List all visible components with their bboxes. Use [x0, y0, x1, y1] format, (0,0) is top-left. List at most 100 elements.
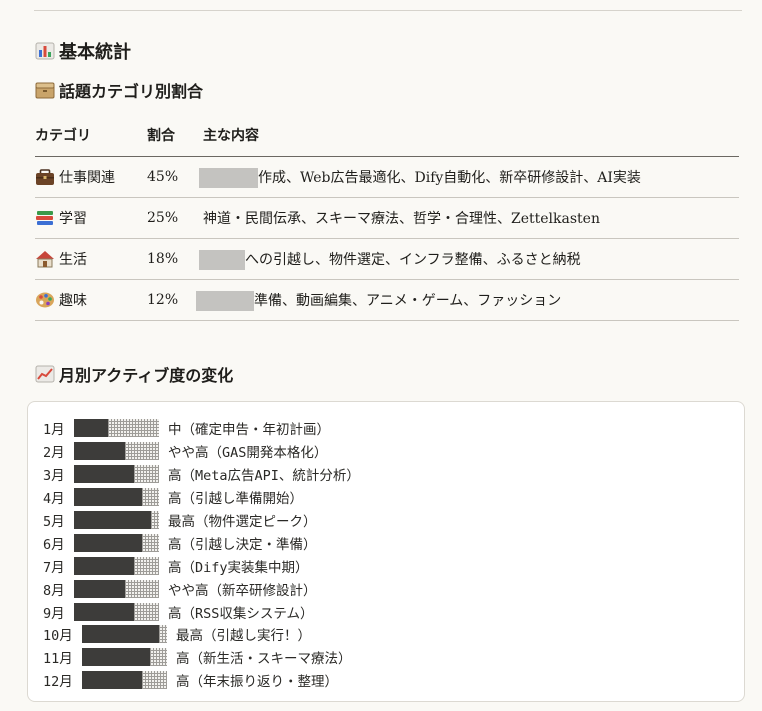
activity-bar-fill — [74, 533, 142, 552]
table-header-row: カテゴリ 割合 主な内容 — [35, 114, 739, 157]
category-name: 仕事関連 — [59, 170, 115, 186]
activity-label: 高（Meta広告API、統計分析） — [168, 468, 360, 485]
activity-line: 6月 高（引越し決定・準備） — [43, 531, 360, 554]
activity-bar-fill — [74, 442, 125, 461]
activity-label: 最高（引越し実行！） — [176, 628, 311, 645]
activity-line: 8月 やや高（新卒研修設計） — [43, 577, 360, 600]
header-content: 主な内容 — [203, 114, 739, 157]
activity-bar — [74, 533, 159, 552]
category-name: 趣味 — [59, 293, 87, 309]
activity-bar-empty — [141, 671, 167, 690]
category-name: 生活 — [59, 252, 87, 268]
content-text: 準備、動画編集、アニメ・ゲーム、ファッション — [254, 292, 562, 309]
month-label: 10月 — [43, 628, 73, 645]
content-text: 作成、Web広告最適化、Dify自動化、新卒研修設計、AI実装 — [258, 169, 641, 186]
month-label: 8月 — [43, 582, 65, 599]
basic-stats-heading: 基本統計 — [35, 38, 131, 64]
redacted-block — [199, 167, 258, 188]
activity-line: 11月 高（新生活・スキーマ療法） — [43, 646, 360, 669]
house-icon — [36, 251, 54, 268]
category-content: 準備、動画編集、アニメ・ゲーム、ファッション — [196, 279, 739, 321]
activity-bar — [74, 419, 159, 438]
activity-line: 1月 中（確定申告・年初計画） — [43, 417, 360, 440]
category-content: 作成、Web広告最適化、Dify自動化、新卒研修設計、AI実装 — [199, 156, 739, 198]
activity-label: 高（新生活・スキーマ療法） — [176, 651, 352, 668]
activity-bar-fill — [74, 579, 125, 598]
redacted-block — [199, 249, 245, 270]
activity-bar-empty — [125, 442, 159, 461]
chart-increasing-icon — [35, 365, 55, 383]
briefcase-icon — [36, 169, 54, 185]
month-label: 1月 — [43, 422, 65, 439]
page: 基本統計 話題カテゴリ別割合 カテゴリ 割合 主な内容 仕事関連 45% 作成、… — [0, 0, 762, 711]
divider — [34, 10, 742, 11]
header-category: カテゴリ — [35, 114, 147, 157]
table-row: 学習 25% 神道・民間伝承、スキーマ療法、哲学・合理性、Zettelkaste… — [35, 197, 739, 239]
activity-label: 中（確定申告・年初計画） — [168, 422, 330, 439]
table-row: 仕事関連 45% 作成、Web広告最適化、Dify自動化、新卒研修設計、AI実装 — [35, 156, 739, 198]
activity-bar — [82, 625, 167, 644]
activity-bar — [82, 671, 167, 690]
activity-label: 高（引越し準備開始） — [168, 491, 303, 508]
redacted-block — [196, 290, 254, 311]
month-label: 4月 — [43, 491, 65, 508]
table-row: 趣味 12% 準備、動画編集、アニメ・ゲーム、ファッション — [35, 279, 739, 321]
activity-label: やや高（GAS開発本格化） — [168, 445, 328, 462]
activity-bar-fill — [74, 511, 151, 529]
activity-bar-fill — [74, 556, 134, 575]
activity-label: 高（引越し決定・準備） — [168, 536, 317, 553]
category-heading: 話題カテゴリ別割合 — [35, 78, 203, 102]
activity-line: 2月 やや高（GAS開発本格化） — [43, 440, 360, 463]
category-ratio: 18% — [147, 238, 203, 280]
table-row: 生活 18% への引越し、物件選定、インフラ整備、ふるさと納税 — [35, 238, 739, 280]
activity-line: 4月 高（引越し準備開始） — [43, 486, 360, 509]
activity-bar-fill — [74, 602, 134, 621]
month-label: 6月 — [43, 536, 65, 553]
activity-label: やや高（新卒研修設計） — [168, 582, 317, 599]
activity-label: 高（Dify実装集中期） — [168, 559, 309, 576]
activity-bar-fill — [74, 465, 134, 484]
monthly-title: 月別アクティブ度の変化 — [59, 366, 234, 385]
activity-bar-empty — [133, 556, 159, 575]
activity-bar-empty — [142, 488, 159, 507]
activity-bar-empty — [133, 465, 159, 484]
activity-bar — [74, 511, 159, 529]
activity-lines: 1月 中（確定申告・年初計画） 2月 やや高（GAS開発本格化） 3月 高（Meta広告A… — [43, 417, 360, 692]
activity-line: 5月 最高（物件選定ピーク） — [43, 509, 360, 532]
activity-bar-fill — [82, 648, 150, 667]
activity-label: 高（RSS収集システム） — [168, 605, 314, 622]
activity-bar-fill — [74, 488, 142, 507]
activity-bar — [74, 556, 159, 575]
activity-label: 高（年末振り返り・整理） — [176, 674, 338, 691]
month-label: 9月 — [43, 605, 65, 622]
activity-bar-fill — [82, 671, 142, 690]
month-label: 2月 — [43, 445, 65, 462]
category-content: への引越し、物件選定、インフラ整備、ふるさと納税 — [199, 238, 739, 280]
activity-bar-empty — [125, 579, 159, 598]
card-file-box-icon — [35, 82, 55, 99]
category-name: 学習 — [59, 211, 87, 227]
activity-bar — [74, 602, 159, 621]
books-icon — [36, 211, 53, 225]
activity-bar — [74, 465, 159, 484]
category-ratio: 25% — [147, 197, 203, 239]
month-label: 11月 — [43, 651, 73, 668]
activity-line: 3月 高（Meta広告API、統計分析） — [43, 463, 360, 486]
month-label: 3月 — [43, 468, 65, 485]
category-content: 神道・民間伝承、スキーマ療法、哲学・合理性、Zettelkasten — [203, 197, 739, 239]
category-table: カテゴリ 割合 主な内容 仕事関連 45% 作成、Web広告最適化、Dify自動… — [35, 114, 739, 321]
activity-bar-empty — [108, 419, 159, 438]
category-ratio: 45% — [147, 156, 203, 198]
activity-bar — [74, 442, 159, 461]
monthly-heading: 月別アクティブ度の変化 — [35, 362, 233, 386]
activity-bar-fill — [82, 625, 159, 644]
activity-bar-fill — [74, 419, 108, 438]
activity-line: 9月 高（RSS収集システム） — [43, 600, 360, 623]
monthly-activity-block: 1月 中（確定申告・年初計画） 2月 やや高（GAS開発本格化） 3月 高（Meta広告A… — [27, 401, 745, 702]
activity-bar — [74, 488, 159, 507]
month-label: 5月 — [43, 514, 65, 530]
activity-bar — [74, 579, 159, 598]
activity-bar-empty — [150, 648, 167, 667]
month-label: 12月 — [43, 674, 73, 691]
activity-line: 12月 高（年末振り返り・整理） — [43, 669, 360, 692]
